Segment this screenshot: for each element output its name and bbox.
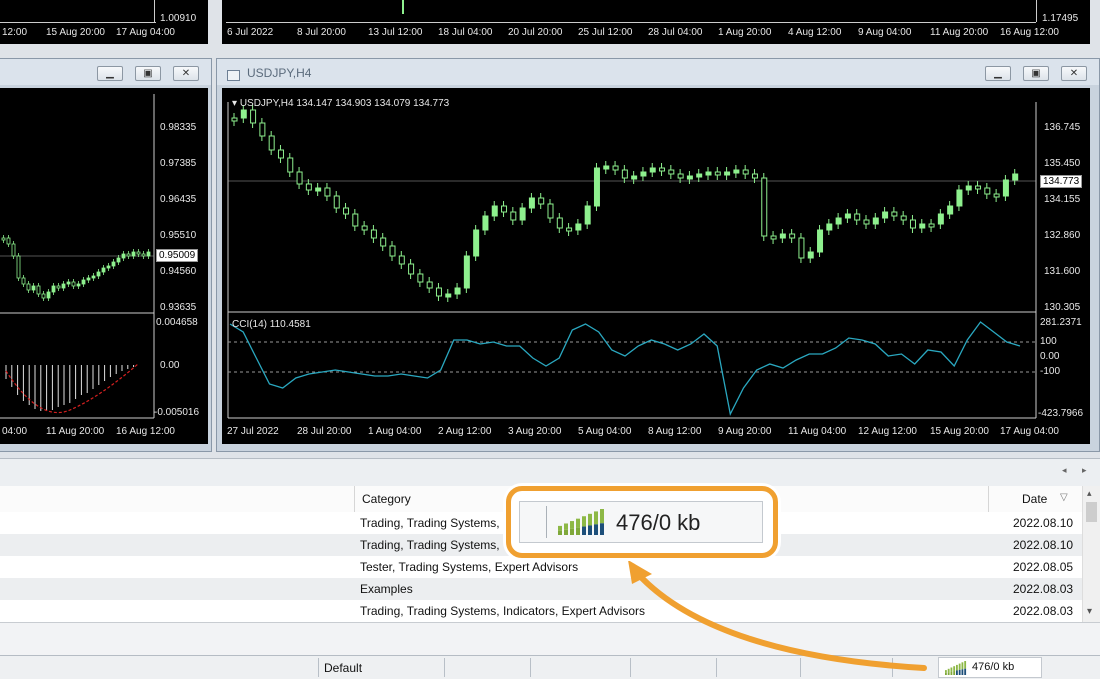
main-time-tick: 12 Aug 12:00 bbox=[858, 426, 917, 437]
left-price-tick: 0.98335 bbox=[160, 122, 197, 133]
top-right-time-tick: 6 Jul 2022 bbox=[227, 27, 274, 38]
top-right-time-tick: 11 Aug 20:00 bbox=[930, 27, 989, 38]
top-left-time-tick: 15 Aug 20:00 bbox=[46, 27, 105, 38]
left-chart[interactable]: 0.98335 0.97385 0.96435 0.95510 0.94560 … bbox=[0, 88, 208, 444]
usdjpy-legend-text: USDJPY,H4 134.147 134.903 134.079 134.77… bbox=[239, 98, 450, 109]
top-right-time-tick: 13 Jul 12:00 bbox=[368, 27, 423, 38]
terminal-tabs-bar: ◂ ▸ bbox=[0, 458, 1100, 487]
minimize-button[interactable]: ▁ bbox=[97, 66, 123, 81]
left-price-tick: 0.93635 bbox=[160, 302, 197, 313]
table-row[interactable]: Tester, Trading Systems, Expert Advisors… bbox=[0, 556, 1082, 578]
minimize-button[interactable]: ▁ bbox=[985, 66, 1011, 81]
scroll-right-icon[interactable]: ▸ bbox=[1082, 465, 1087, 476]
top-right-chart[interactable]: 1.17495 6 Jul 2022 8 Jul 20:00 13 Jul 12… bbox=[222, 0, 1090, 44]
terminal-footer bbox=[0, 622, 1100, 656]
connection-bars-icon bbox=[558, 509, 604, 535]
main-time-tick: 17 Aug 04:00 bbox=[1000, 426, 1059, 437]
category-column-header[interactable]: Category bbox=[362, 492, 411, 506]
left-current-price: 0.95009 bbox=[156, 249, 199, 262]
callout-traffic-text: 476/0 kb bbox=[616, 510, 701, 535]
top-left-chart[interactable]: 1.00910 12:00 15 Aug 20:00 17 Aug 04:00 bbox=[0, 0, 208, 44]
scroll-down-icon[interactable]: ▾ bbox=[1087, 606, 1092, 617]
main-time-tick: 3 Aug 20:00 bbox=[508, 426, 562, 437]
top-right-time-tick: 1 Aug 20:00 bbox=[718, 27, 772, 38]
restore-button[interactable]: ▣ bbox=[135, 66, 161, 81]
cci-tick: -100 bbox=[1040, 366, 1061, 377]
main-time-tick: 11 Aug 04:00 bbox=[788, 426, 847, 437]
scrollbar-thumb[interactable] bbox=[1086, 502, 1097, 522]
connection-bars-icon bbox=[945, 661, 967, 675]
top-left-price-label: 1.00910 bbox=[160, 13, 197, 24]
top-right-time-tick: 28 Jul 04:00 bbox=[648, 27, 703, 38]
left-price-tick: 0.97385 bbox=[160, 158, 197, 169]
sort-down-icon: ▽ bbox=[1060, 492, 1068, 503]
callout-inner-cell: 476/0 kb bbox=[519, 501, 763, 543]
cci-tick: 0.00 bbox=[1040, 351, 1060, 362]
main-time-tick: 5 Aug 04:00 bbox=[578, 426, 632, 437]
main-time-tick: 28 Jul 20:00 bbox=[297, 426, 352, 437]
main-time-tick: 2 Aug 12:00 bbox=[438, 426, 492, 437]
top-right-time-tick: 4 Aug 12:00 bbox=[788, 27, 842, 38]
scroll-left-icon[interactable]: ◂ bbox=[1062, 465, 1067, 476]
main-time-tick: 15 Aug 20:00 bbox=[930, 426, 989, 437]
top-right-time-tick: 8 Jul 20:00 bbox=[297, 27, 346, 38]
top-left-time-tick: 12:00 bbox=[2, 27, 28, 38]
close-button[interactable]: ✕ bbox=[173, 66, 199, 81]
traffic-cell[interactable]: 476/0 kb bbox=[938, 657, 1042, 678]
main-time-tick: 8 Aug 12:00 bbox=[648, 426, 702, 437]
table-row[interactable]: Examples 2022.08.03 bbox=[0, 578, 1082, 600]
restore-button[interactable]: ▣ bbox=[1023, 66, 1049, 81]
main-time-tick: 27 Jul 2022 bbox=[227, 426, 279, 437]
left-price-tick: 0.95510 bbox=[160, 230, 197, 241]
usdjpy-chart[interactable]: ▾ USDJPY,H4 134.147 134.903 134.079 134.… bbox=[222, 88, 1090, 444]
main-current-price: 134.773 bbox=[1040, 175, 1083, 188]
left-osc-tick: 0.004658 bbox=[156, 317, 198, 328]
table-row[interactable]: Trading, Trading Systems, Indicators, Ex… bbox=[0, 600, 1082, 622]
top-right-price-label: 1.17495 bbox=[1042, 13, 1079, 24]
main-price-tick: 135.450 bbox=[1044, 158, 1081, 169]
top-right-time-tick: 18 Jul 04:00 bbox=[438, 27, 493, 38]
top-left-time-tick: 17 Aug 04:00 bbox=[116, 27, 175, 38]
top-right-time-tick: 16 Aug 12:00 bbox=[1000, 27, 1059, 38]
main-price-tick: 131.600 bbox=[1044, 266, 1081, 277]
chart-dropdown-icon[interactable]: ▾ bbox=[232, 98, 237, 109]
chart-window-icon bbox=[227, 70, 240, 81]
top-right-time-tick: 20 Jul 20:00 bbox=[508, 27, 563, 38]
main-price-tick: 132.860 bbox=[1044, 230, 1081, 241]
close-button[interactable]: ✕ bbox=[1061, 66, 1087, 81]
top-right-time-tick: 9 Aug 04:00 bbox=[858, 27, 912, 38]
left-price-tick: 0.96435 bbox=[160, 194, 197, 205]
left-time-tick: 16 Aug 12:00 bbox=[116, 426, 175, 437]
left-osc-tick: -0.005016 bbox=[154, 407, 200, 418]
scroll-up-icon[interactable]: ▴ bbox=[1087, 488, 1092, 499]
cci-tick: 100 bbox=[1040, 336, 1057, 347]
usdjpy-window-title: USDJPY,H4 bbox=[247, 66, 312, 80]
left-time-tick: 04:00 bbox=[2, 426, 28, 437]
left-osc-tick: 0.00 bbox=[160, 360, 180, 371]
cci-tick: 281.2371 bbox=[1040, 317, 1082, 328]
traffic-callout: 476/0 kb bbox=[506, 486, 778, 558]
main-price-tick: 134.155 bbox=[1044, 194, 1081, 205]
date-column-header[interactable]: Date bbox=[1022, 492, 1047, 506]
main-time-tick: 1 Aug 04:00 bbox=[368, 426, 422, 437]
cci-legend: CCI(14) 110.4581 bbox=[232, 319, 311, 330]
usdjpy-legend: ▾ USDJPY,H4 134.147 134.903 134.079 134.… bbox=[232, 98, 449, 109]
left-time-tick: 11 Aug 20:00 bbox=[46, 426, 105, 437]
vertical-scrollbar[interactable]: ▴ ▾ bbox=[1082, 486, 1100, 622]
top-right-time-tick: 25 Jul 12:00 bbox=[578, 27, 633, 38]
main-time-tick: 9 Aug 20:00 bbox=[718, 426, 772, 437]
status-bar: Default 476/0 kb bbox=[0, 655, 1100, 679]
main-price-tick: 130.305 bbox=[1044, 302, 1081, 313]
traffic-status: 476/0 kb bbox=[972, 661, 1015, 673]
profile-name[interactable]: Default bbox=[324, 661, 362, 675]
left-price-tick: 0.94560 bbox=[160, 266, 197, 277]
main-price-tick: 136.745 bbox=[1044, 122, 1081, 133]
cci-tick: -423.7966 bbox=[1038, 408, 1084, 419]
usdjpy-window-titlebar[interactable] bbox=[217, 59, 1099, 85]
